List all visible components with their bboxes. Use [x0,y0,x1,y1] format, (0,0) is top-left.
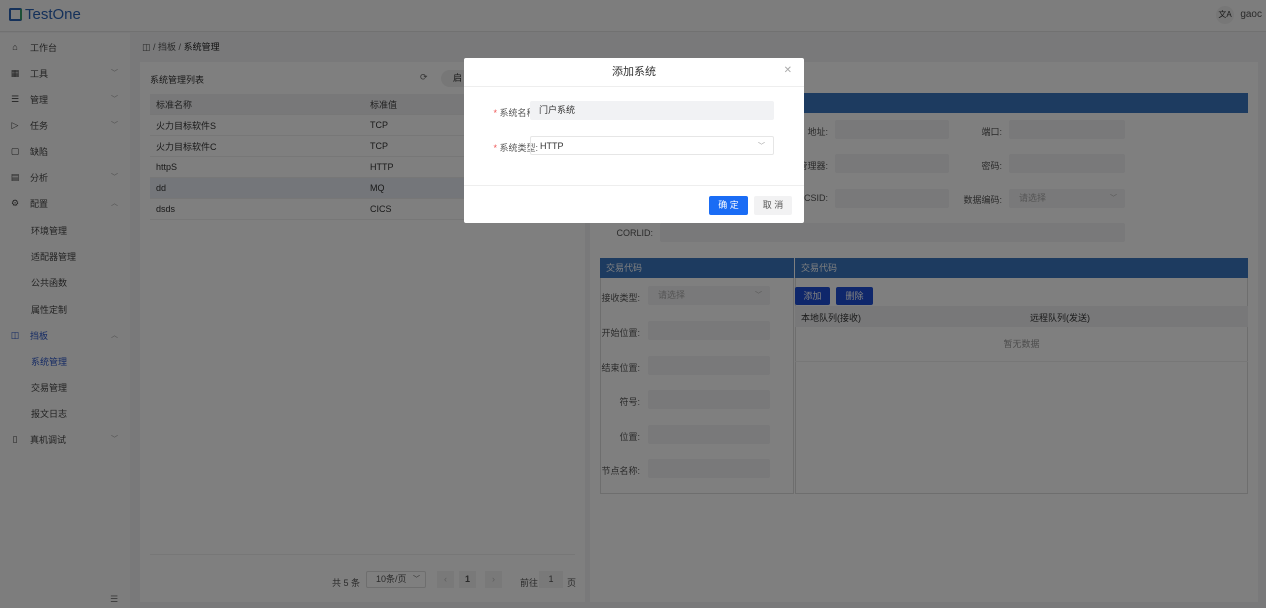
system-name-input[interactable]: 门户系统 [530,101,774,120]
system-type-select[interactable]: HTTP ﹀ [530,136,774,155]
cancel-button[interactable]: 取 消 [754,196,792,215]
close-icon[interactable]: ✕ [784,65,792,76]
chevron-down-icon: ﹀ [758,143,765,150]
add-system-dialog: 添加系统 ✕ * 系统名称: 门户系统 * 系统类型: HTTP ﹀ 确 定 取 … [464,58,804,223]
dialog-footer: 确 定 取 消 [464,185,804,223]
system-type-value: HTTP [540,141,564,151]
dialog-title: 添加系统 [464,58,804,87]
confirm-button[interactable]: 确 定 [709,196,748,215]
